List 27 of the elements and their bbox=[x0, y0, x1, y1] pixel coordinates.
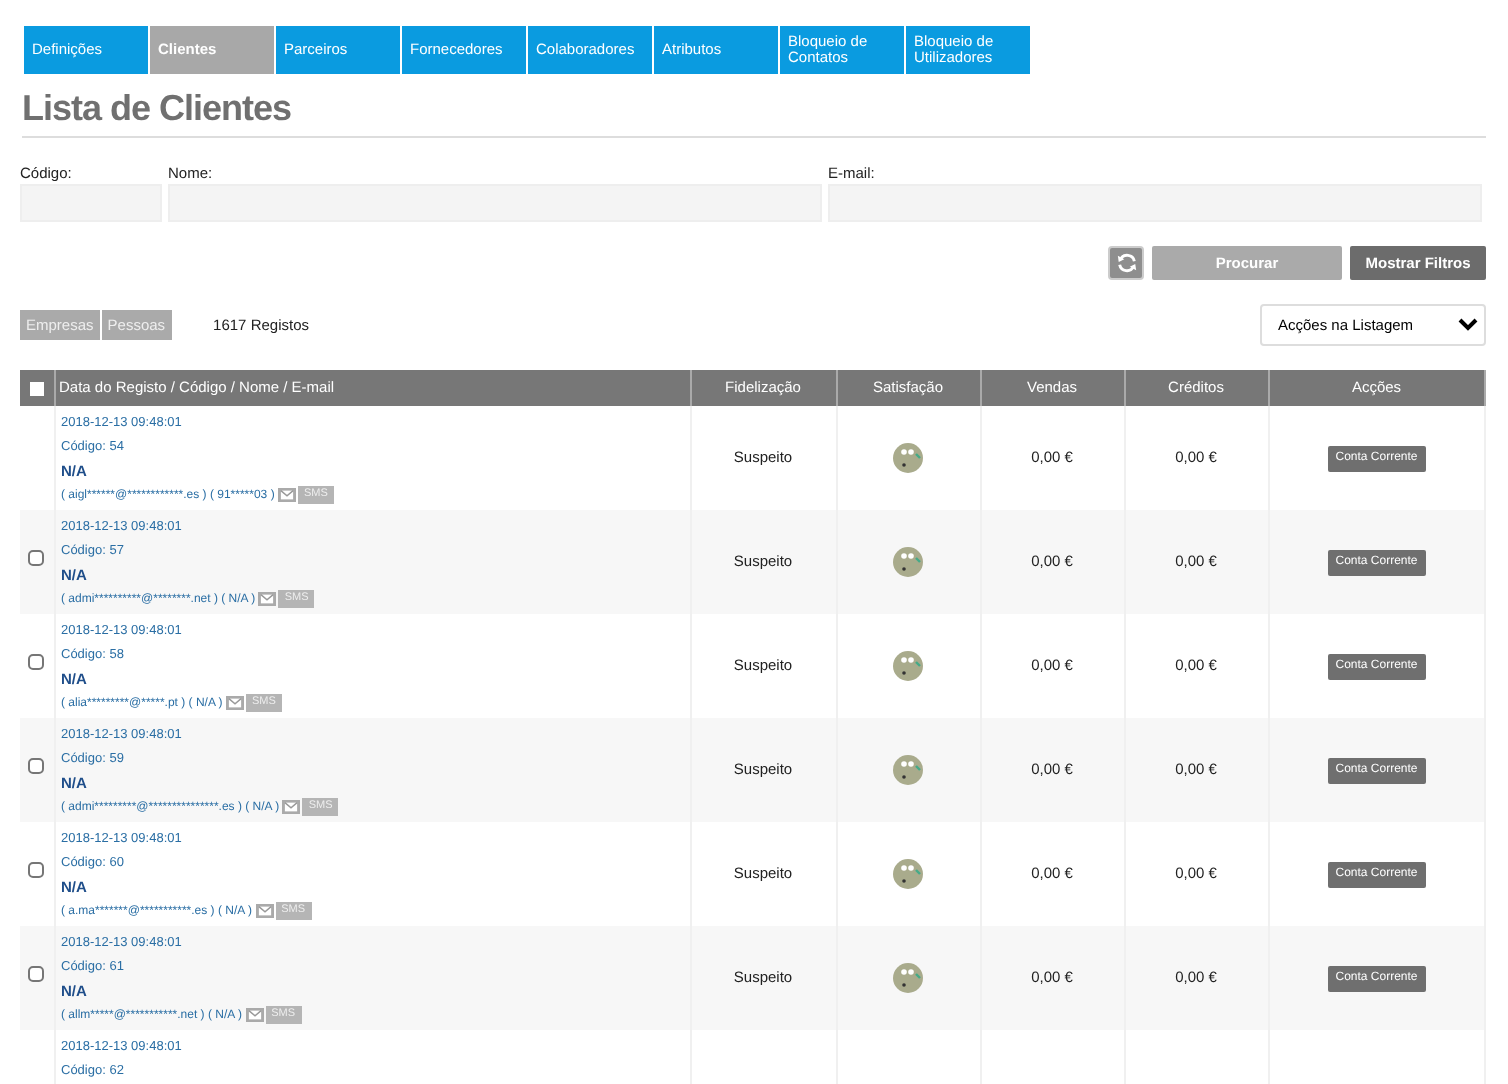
row-checkbox[interactable] bbox=[28, 862, 45, 879]
refresh-button[interactable] bbox=[1108, 246, 1144, 280]
refresh-icon bbox=[1115, 252, 1137, 274]
envelope-icon bbox=[257, 903, 272, 918]
satisfaction-face-icon bbox=[892, 858, 924, 890]
envelope-icon bbox=[247, 1007, 262, 1022]
satisfaction-face-icon bbox=[892, 962, 924, 994]
select-all-checkbox[interactable] bbox=[29, 381, 44, 396]
row-checkbox[interactable] bbox=[28, 966, 45, 983]
envelope-icon bbox=[227, 695, 242, 710]
email-button[interactable] bbox=[277, 487, 296, 502]
satisfaction-face-icon bbox=[892, 754, 924, 786]
envelope-icon bbox=[284, 799, 299, 814]
email-button[interactable] bbox=[225, 695, 244, 710]
row-checkbox[interactable] bbox=[28, 758, 45, 775]
page-title: Lista de Clientes bbox=[22, 88, 1486, 138]
satisfaction-face-icon bbox=[892, 650, 924, 682]
email-button[interactable] bbox=[255, 903, 274, 918]
row-checkbox[interactable] bbox=[28, 550, 45, 567]
envelope-icon bbox=[260, 591, 275, 606]
satisfaction-face-icon bbox=[892, 546, 924, 578]
satisfaction-face-icon bbox=[892, 442, 924, 474]
email-button[interactable] bbox=[258, 591, 277, 606]
envelope-icon bbox=[279, 487, 294, 502]
email-button[interactable] bbox=[245, 1007, 264, 1022]
email-button[interactable] bbox=[282, 799, 301, 814]
row-checkbox[interactable] bbox=[28, 654, 45, 671]
